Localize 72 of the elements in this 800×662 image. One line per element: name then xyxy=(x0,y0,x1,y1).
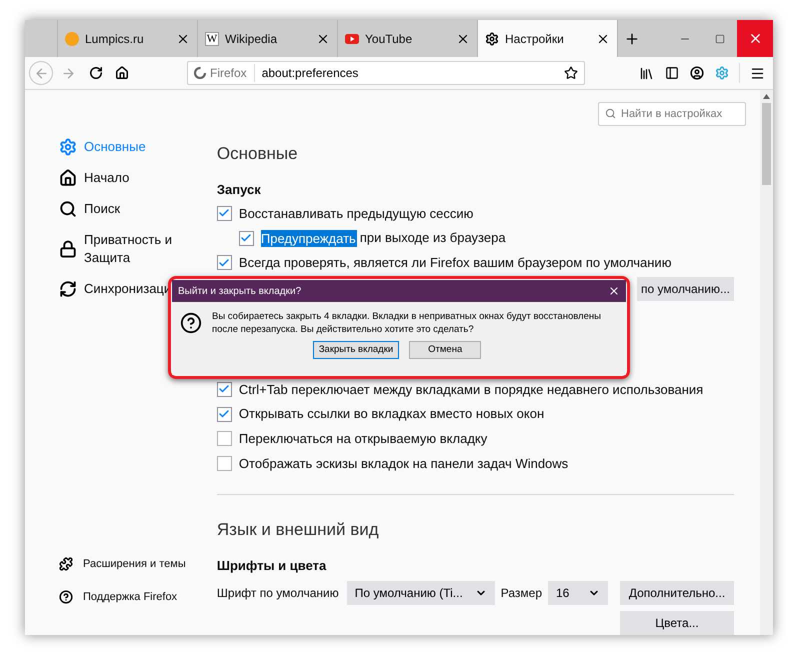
page-heading: Основные xyxy=(216,143,299,165)
bookmark-star-icon[interactable] xyxy=(564,66,578,80)
question-icon xyxy=(180,312,202,334)
colors-button[interactable]: Цвета... xyxy=(620,610,734,635)
checkbox[interactable] xyxy=(216,382,232,397)
advanced-fonts-button[interactable]: Дополнительно... xyxy=(620,580,734,605)
size-select[interactable]: 16 xyxy=(548,580,608,605)
browser-tab[interactable]: Настройки xyxy=(477,20,617,57)
footer-link[interactable]: Расширения и темы xyxy=(59,556,217,572)
size-label: Размер xyxy=(500,584,542,602)
search-field[interactable]: Найти в настройках xyxy=(598,102,746,126)
checkbox[interactable] xyxy=(216,406,232,422)
scrollbar[interactable] xyxy=(760,90,773,635)
scrollbar-thumb[interactable] xyxy=(762,103,771,185)
sync-icon xyxy=(59,280,77,298)
option-label: Открывать ссылки во вкладках вместо новых окон xyxy=(238,405,544,424)
close-icon[interactable] xyxy=(608,285,620,297)
section-title: Язык и внешний вид xyxy=(216,518,380,541)
help-icon xyxy=(59,590,73,604)
option-label: Переключаться на открываемую вкладку xyxy=(238,430,488,448)
home-icon[interactable] xyxy=(115,66,129,80)
checkbox[interactable] xyxy=(216,206,232,221)
dialog-button[interactable]: Отмена xyxy=(409,341,482,359)
firefox-identity-icon xyxy=(194,67,206,79)
reload-icon[interactable] xyxy=(89,66,103,80)
option-label: Ctrl+Tab переключает между вкладками в порядке недавнего использования xyxy=(238,380,704,399)
section-heading: Запуск xyxy=(216,180,262,199)
url-text: about:preferences xyxy=(262,65,360,82)
tab-title: Wikipedia xyxy=(225,30,278,48)
library-icon[interactable] xyxy=(639,66,654,80)
option-label: Всегда проверять, является ли Firefox вашим браузером по умолчанию xyxy=(238,254,672,272)
tab-title: Lumpics.ru xyxy=(85,30,145,48)
sidebar-item[interactable]: Начало xyxy=(59,169,217,187)
identity-label: Firefox xyxy=(210,64,255,82)
tab-title: Настройки xyxy=(505,30,565,48)
puzzle-icon xyxy=(59,557,73,572)
gear-icon xyxy=(485,32,499,46)
search-icon xyxy=(59,200,77,218)
menu-icon[interactable] xyxy=(750,66,765,80)
option-label: при выходе из браузера xyxy=(360,229,506,248)
sidebar-item[interactable]: Поиск xyxy=(59,200,217,218)
new-tab-icon[interactable] xyxy=(624,30,640,46)
footer-link[interactable]: Поддержка Firefox xyxy=(59,588,217,605)
dialog-button[interactable]: Закрыть вкладки xyxy=(312,341,400,359)
default-browser-button[interactable]: по умолчанию... xyxy=(636,277,734,302)
dialog-title: Выйти и закрыть вкладки? xyxy=(178,284,302,298)
gear-icon xyxy=(59,138,77,156)
checkbox[interactable] xyxy=(216,456,232,472)
sidebar-icon[interactable] xyxy=(665,66,679,80)
wiki-favicon-icon: W xyxy=(205,32,219,46)
checkbox[interactable] xyxy=(216,431,232,446)
option-label: Восстанавливать предыдущую сессию xyxy=(238,204,474,223)
circle-favicon-icon xyxy=(65,32,79,46)
font-label: Шрифт по умолчанию xyxy=(216,584,339,602)
address-bar[interactable]: Firefox about:preferences xyxy=(187,61,585,85)
search-icon xyxy=(605,108,616,119)
section-heading: Шрифты и цвета xyxy=(216,557,328,576)
scroll-up-arrow-icon[interactable] xyxy=(763,94,770,99)
cog-icon[interactable] xyxy=(715,66,729,80)
maximize-icon[interactable] xyxy=(714,34,724,44)
home-icon xyxy=(59,169,77,187)
tab-title: YouTube xyxy=(365,30,414,48)
option-label: Отображать эскизы вкладок на панели задач Windows xyxy=(238,454,568,473)
account-icon[interactable] xyxy=(690,66,704,80)
sidebar-item[interactable]: Приватность и Защита xyxy=(59,231,217,267)
lock-icon xyxy=(59,240,77,258)
play-favicon-icon xyxy=(345,34,359,44)
font-select[interactable]: По умолчанию (Ti... xyxy=(346,580,495,605)
selected-text: Предупреждать xyxy=(260,230,357,247)
checkbox[interactable] xyxy=(216,255,232,270)
checkbox[interactable] xyxy=(238,230,254,246)
dialog-message: Вы собираетесь закрыть 4 вкладки. Вкладки в неприватных окнах будут восстановлены после перезапуска. Вы действительно хотите это сделать? xyxy=(212,310,602,336)
